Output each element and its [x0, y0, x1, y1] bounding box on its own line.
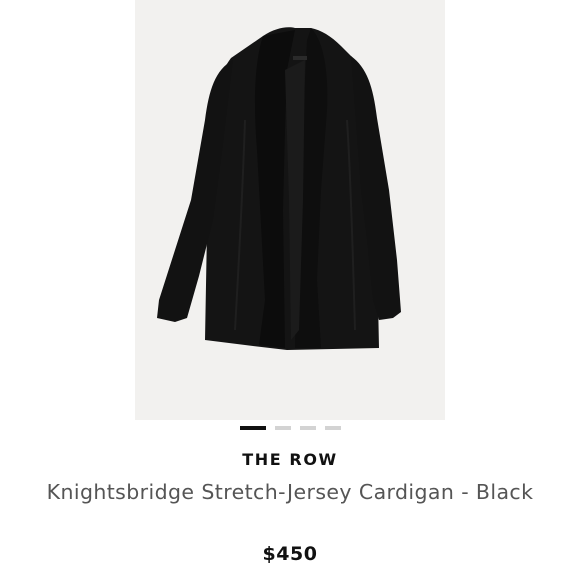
cardigan-image	[157, 27, 401, 351]
carousel-dot-4[interactable]	[324, 426, 341, 430]
carousel-dot-2[interactable]	[274, 426, 291, 430]
product-title: Knightsbridge Stretch-Jersey Cardigan - …	[46, 480, 534, 504]
product-image[interactable]	[135, 0, 445, 420]
brand-name[interactable]: THE ROW	[0, 450, 580, 469]
carousel-dot-1[interactable]	[239, 426, 266, 430]
carousel-dot-3[interactable]	[299, 426, 316, 430]
product-price: $450	[262, 543, 318, 565]
image-carousel-indicators	[0, 426, 580, 430]
